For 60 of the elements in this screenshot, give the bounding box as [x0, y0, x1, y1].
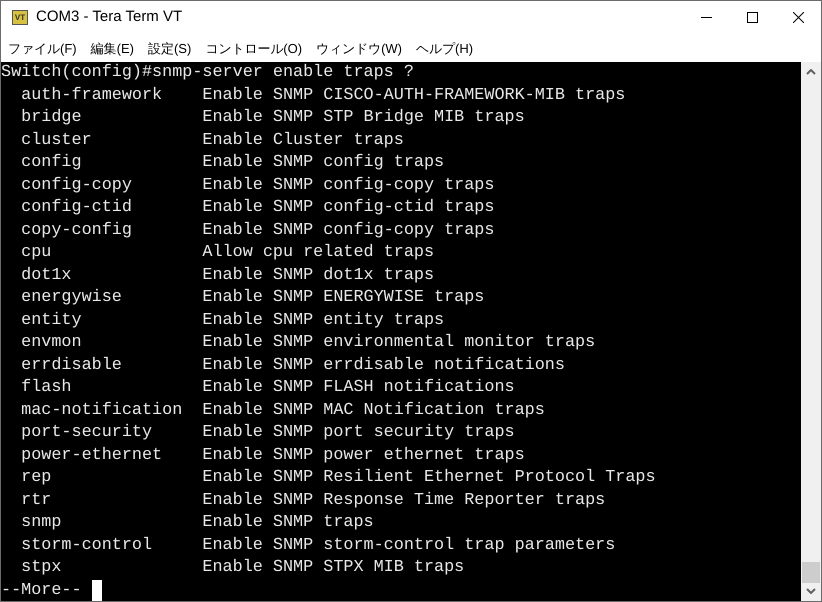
option-description: Enable SNMP config-ctid traps	[202, 197, 494, 219]
option-description: Enable SNMP power ethernet traps	[202, 444, 525, 466]
option-description: Enable SNMP Resilient Ethernet Protocol Traps	[202, 467, 656, 489]
option-description: Enable SNMP config-copy traps	[202, 220, 494, 242]
option-name: rep	[21, 467, 52, 489]
option-description: Enable SNMP config-copy traps	[202, 174, 494, 196]
option-description: Enable SNMP errdisable notifications	[202, 354, 565, 376]
option-name: config-ctid	[21, 197, 133, 219]
scroll-down-icon[interactable]	[806, 588, 816, 594]
option-name: rtr	[21, 490, 52, 512]
option-description: Allow cpu related traps	[202, 242, 434, 264]
option-name: mac-notification	[21, 400, 184, 422]
option-description: Enable SNMP config traps	[202, 152, 444, 174]
menu-item[interactable]: ヘルプ(H)	[411, 42, 478, 54]
option-description: Enable SNMP CISCO-AUTH-FRAMEWORK-MIB traps	[202, 84, 626, 106]
option-name: energywise	[21, 287, 123, 309]
option-description: Enable SNMP environmental monitor traps	[202, 332, 596, 354]
option-name: port-security	[21, 422, 154, 444]
option-name: flash	[21, 377, 72, 399]
option-name: config	[21, 152, 83, 174]
option-name: cpu	[21, 242, 52, 264]
app-icon: VT	[12, 10, 28, 25]
window-title: COM3 - Tera Term VT	[36, 7, 182, 28]
option-name: entity	[21, 310, 83, 332]
option-description: Enable SNMP STP Bridge MIB traps	[202, 107, 525, 129]
option-name: config-copy	[21, 174, 133, 196]
option-name: errdisable	[21, 354, 123, 376]
menu-item[interactable]: ファイル(F)	[3, 42, 82, 54]
close-icon	[792, 12, 804, 23]
option-description: Enable SNMP storm-control trap parameters	[202, 534, 616, 556]
scroll-up-icon[interactable]	[806, 69, 816, 75]
option-description: Enable SNMP STPX MIB traps	[202, 557, 464, 579]
option-name: copy-config	[21, 220, 133, 242]
option-name: bridge	[21, 107, 83, 129]
menu-item[interactable]: 編集(E)	[86, 42, 139, 54]
option-description: Enable SNMP ENERGYWISE traps	[202, 287, 484, 309]
option-description: Enable SNMP FLASH notifications	[202, 377, 515, 399]
menu-item[interactable]: ウィンドウ(W)	[311, 42, 408, 54]
minimize-icon	[700, 17, 712, 18]
scroll-thumb[interactable]	[802, 562, 820, 583]
option-name: envmon	[21, 332, 83, 354]
more-prompt: --More--	[1, 580, 82, 601]
option-description: Enable SNMP entity traps	[202, 310, 444, 332]
option-name: storm-control	[21, 534, 154, 556]
option-description: Enable SNMP traps	[202, 512, 374, 534]
option-name: cluster	[21, 130, 93, 152]
option-name: power-ethernet	[21, 444, 164, 466]
maximize-icon	[746, 12, 758, 23]
option-description: Enable Cluster traps	[202, 130, 404, 152]
command-line: Switch(config)#snmp-server enable traps ?	[1, 62, 414, 84]
option-name: stpx	[21, 557, 62, 579]
option-description: Enable SNMP MAC Notification traps	[202, 400, 545, 422]
menu-item[interactable]: 設定(S)	[142, 42, 196, 54]
option-description: Enable SNMP port security traps	[202, 422, 515, 444]
option-name: snmp	[21, 512, 62, 534]
option-name: dot1x	[21, 264, 72, 286]
option-description: Enable SNMP dot1x traps	[202, 264, 434, 286]
menu-item[interactable]: コントロール(O)	[200, 42, 308, 54]
option-name: auth-framework	[21, 84, 164, 106]
option-description: Enable SNMP Response Time Reporter traps	[202, 490, 606, 512]
